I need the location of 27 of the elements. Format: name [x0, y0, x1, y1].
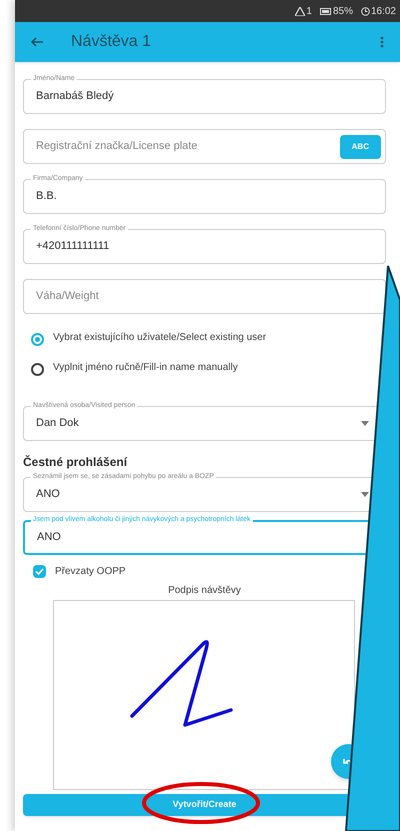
- radio-label: Vybrat existujícího uživatele/Select existing user: [53, 331, 266, 345]
- more-menu-icon[interactable]: [380, 36, 384, 48]
- battery-icon: [320, 8, 332, 14]
- section-heading: Čestné prohlášení: [23, 454, 128, 471]
- checkbox-label: Převzaty OOPP: [55, 565, 126, 579]
- field-value: B.B.: [36, 189, 58, 204]
- radio-label: Vyplnit jméno ručně/Fill-in name manually: [53, 361, 238, 375]
- field-placeholder: Registrační značka/License plate: [36, 139, 198, 154]
- clock-icon: [360, 6, 370, 16]
- field-value: +420111111111: [36, 239, 110, 254]
- field-value: ANO: [37, 530, 62, 546]
- warning-icon: [295, 6, 306, 16]
- alert-count: 1: [295, 4, 312, 18]
- radio-button[interactable]: [31, 363, 44, 376]
- field-value: ANO: [36, 487, 61, 502]
- dropdown-icon: [361, 492, 369, 497]
- clock-time: 16:02: [360, 4, 396, 18]
- radio-button[interactable]: [31, 333, 44, 346]
- checkbox[interactable]: [33, 565, 46, 578]
- screen-title: Návštěva 1: [71, 32, 152, 52]
- field-placeholder: Váha/Weight: [36, 289, 100, 304]
- signature-title: Podpis návštěvy: [167, 584, 242, 598]
- field-value: Barnabáš Bledý: [36, 89, 115, 104]
- field-value: Dan Dok: [36, 416, 80, 432]
- dropdown-icon: [361, 421, 369, 426]
- battery-level: 85%: [320, 4, 353, 18]
- back-arrow-icon[interactable]: [31, 37, 43, 47]
